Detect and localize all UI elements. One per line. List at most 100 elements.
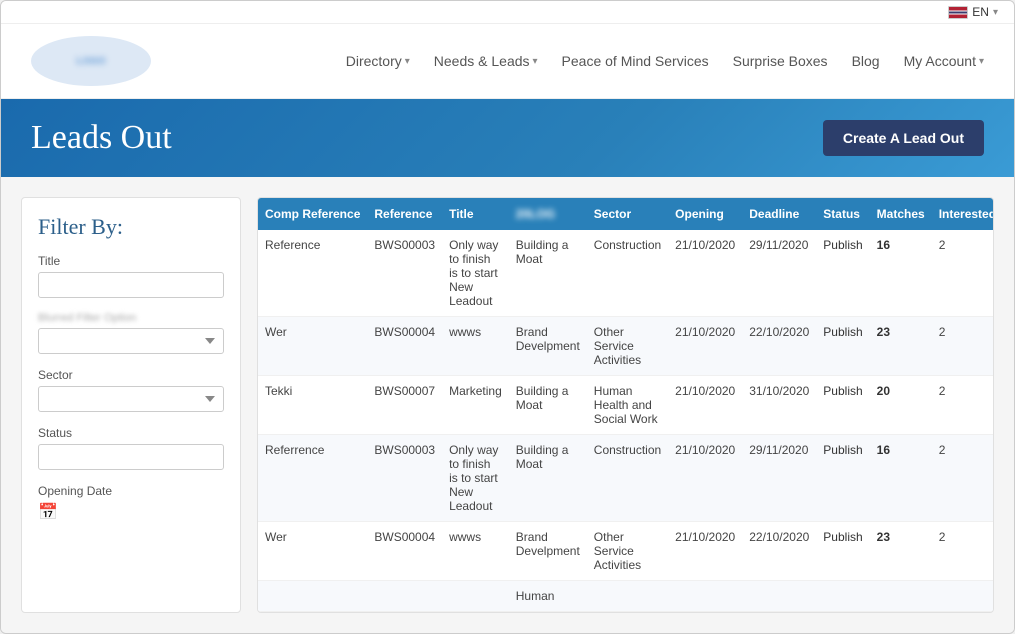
main-nav: Directory▾ Needs & Leads▾ Peace of Mind Se… (346, 53, 984, 69)
col-header-reference: Reference (367, 198, 442, 230)
matches-count (870, 581, 932, 612)
table-row: TekkiBWS00007MarketingBuilding a MoatHum… (258, 376, 994, 435)
cell-2: Only way to finish is to start New Leado… (442, 435, 509, 522)
opening-date-label: Opening Date (38, 484, 224, 498)
table-row: WerBWS00004wwwsBrand DevelpmentOther Ser… (258, 522, 994, 581)
cell-1: BWS00004 (367, 317, 442, 376)
cell-4: Other Service Activities (587, 317, 668, 376)
nav-item-peace-of-mind-services[interactable]: Peace of Mind Services (562, 53, 709, 69)
sector-filter-select[interactable]: Construction Other Service Activities Hu… (38, 386, 224, 412)
cell-2 (442, 581, 509, 612)
chevron-down-icon: ▾ (979, 56, 984, 67)
cell-0: Wer (258, 317, 367, 376)
page-title: Leads Out (31, 119, 172, 157)
filter-title: Filter By: (38, 214, 224, 240)
cell-5: 21/10/2020 (668, 435, 742, 522)
col-header-matches: Matches (870, 198, 932, 230)
col-header-deadline: Deadline (742, 198, 816, 230)
cell-2: wwws (442, 522, 509, 581)
matches-count: 20 (870, 376, 932, 435)
title-filter-input[interactable] (38, 272, 224, 298)
col-header-sector: Sector (587, 198, 668, 230)
create-lead-out-button[interactable]: Create A Lead Out (823, 120, 984, 156)
nav-item-needs---leads[interactable]: Needs & Leads▾ (434, 53, 538, 69)
table-row: Human (258, 581, 994, 612)
leads-table-area: Comp ReferenceReferenceTitle20LOGSectorO… (257, 197, 994, 613)
table-header-row: Comp ReferenceReferenceTitle20LOGSectorO… (258, 198, 994, 230)
filter-group-title: Title (38, 254, 224, 298)
cell-9 (932, 581, 994, 612)
filter-sidebar: Filter By: Title Blurred Filter Option S… (21, 197, 241, 613)
filter-group-status: Status (38, 426, 224, 470)
lang-code: EN (972, 5, 989, 19)
cell-9: 2 (932, 522, 994, 581)
chevron-down-icon: ▾ (405, 56, 410, 67)
cell-9: 2 (932, 376, 994, 435)
cell-4: Construction (587, 435, 668, 522)
matches-count: 16 (870, 435, 932, 522)
cell-3: Human (509, 581, 587, 612)
page-banner: Leads Out Create A Lead Out (1, 99, 1014, 177)
cell-2: Marketing (442, 376, 509, 435)
status-filter-input[interactable] (38, 444, 224, 470)
matches-count: 23 (870, 317, 932, 376)
col-header-interested: Interested (932, 198, 994, 230)
cell-6: 29/11/2020 (742, 230, 816, 317)
nav-item-blog[interactable]: Blog (852, 53, 880, 69)
lang-bar: EN ▾ (1, 1, 1014, 24)
cell-0: Referrence (258, 435, 367, 522)
col-header-status: Status (816, 198, 869, 230)
title-filter-label: Title (38, 254, 224, 268)
cell-9: 2 (932, 230, 994, 317)
logo-placeholder: LOGO (76, 56, 105, 67)
calendar-icon[interactable]: 📅 (38, 504, 58, 521)
table-row: WerBWS00004wwwsBrand DevelpmentOther Ser… (258, 317, 994, 376)
header: LOGO Directory▾ Needs & Leads▾ Peace of Mi… (1, 24, 1014, 99)
filter-group-sector: Sector Construction Other Service Activi… (38, 368, 224, 412)
cell-5: 21/10/2020 (668, 230, 742, 317)
cell-0 (258, 581, 367, 612)
flag-icon (948, 6, 968, 19)
cell-3: Building a Moat (509, 435, 587, 522)
cell-6: 29/11/2020 (742, 435, 816, 522)
cell-5 (668, 581, 742, 612)
status-badge: Publish (816, 230, 869, 317)
cell-7 (816, 581, 869, 612)
blurred-filter-label: Blurred Filter Option (38, 312, 224, 324)
cell-0: Tekki (258, 376, 367, 435)
cell-5: 21/10/2020 (668, 376, 742, 435)
cell-6 (742, 581, 816, 612)
leads-table: Comp ReferenceReferenceTitle20LOGSectorO… (258, 198, 994, 612)
cell-2: Only way to finish is to start New Leado… (442, 230, 509, 317)
filter-group-opening-date: Opening Date 📅 (38, 484, 224, 522)
sector-filter-label: Sector (38, 368, 224, 382)
cell-6: 31/10/2020 (742, 376, 816, 435)
matches-count: 16 (870, 230, 932, 317)
cell-6: 22/10/2020 (742, 522, 816, 581)
col-header-comp-reference: Comp Reference (258, 198, 367, 230)
cell-0: Wer (258, 522, 367, 581)
lang-selector[interactable]: EN ▾ (948, 5, 998, 19)
lang-chevron: ▾ (993, 7, 998, 18)
matches-count: 23 (870, 522, 932, 581)
nav-item-surprise-boxes[interactable]: Surprise Boxes (733, 53, 828, 69)
cell-1: BWS00003 (367, 435, 442, 522)
blurred-filter-select[interactable] (38, 328, 224, 354)
cell-1: BWS00004 (367, 522, 442, 581)
col-header-opening: Opening (668, 198, 742, 230)
cell-1 (367, 581, 442, 612)
col-header-20log: 20LOG (509, 198, 587, 230)
col-header-title: Title (442, 198, 509, 230)
status-badge: Publish (816, 522, 869, 581)
cell-3: Building a Moat (509, 230, 587, 317)
main-content: Filter By: Title Blurred Filter Option S… (1, 177, 1014, 633)
cell-9: 2 (932, 317, 994, 376)
nav-item-my-account[interactable]: My Account▾ (904, 53, 984, 69)
status-filter-label: Status (38, 426, 224, 440)
cell-2: wwws (442, 317, 509, 376)
nav-item-directory[interactable]: Directory▾ (346, 53, 410, 69)
status-badge: Publish (816, 317, 869, 376)
cell-9: 2 (932, 435, 994, 522)
table-row: ReferenceBWS00003Only way to finish is t… (258, 230, 994, 317)
cell-4: Other Service Activities (587, 522, 668, 581)
